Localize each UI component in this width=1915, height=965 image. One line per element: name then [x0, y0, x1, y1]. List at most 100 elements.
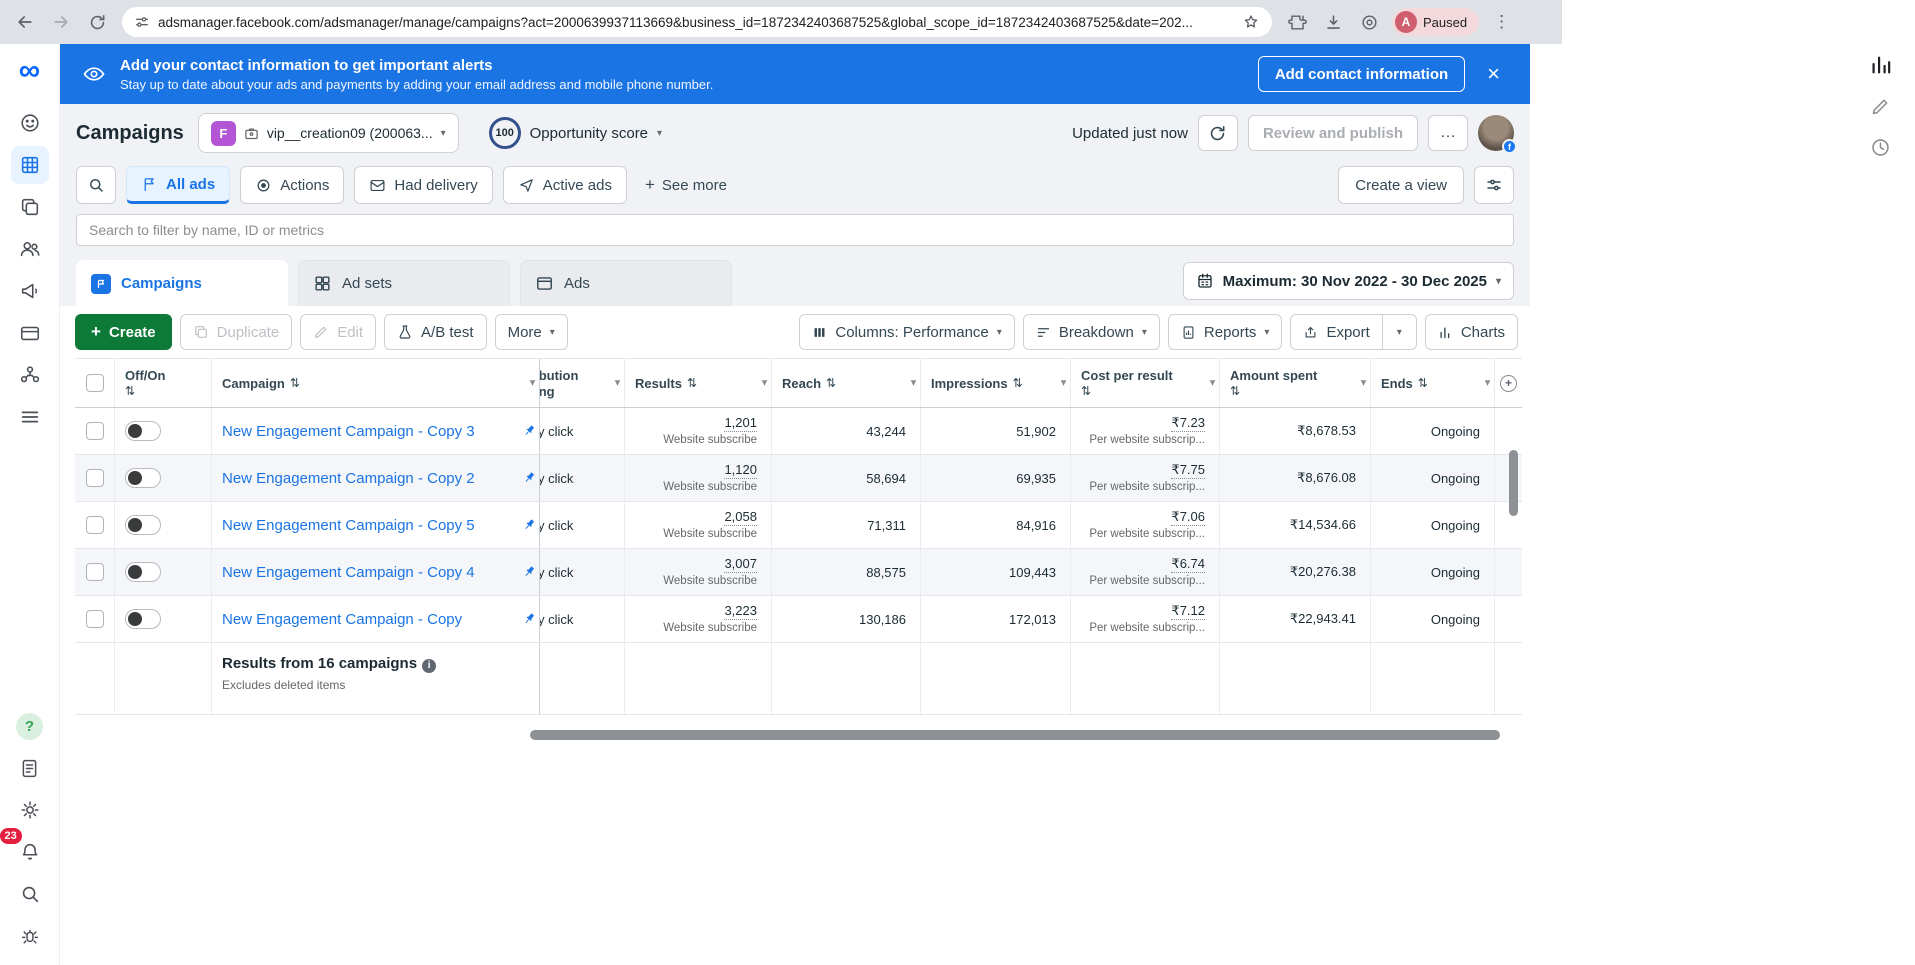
column-header-attribution[interactable]: Attribution setting ▾ [540, 359, 625, 407]
notifications-button[interactable]: 23 [11, 833, 49, 871]
cost-per-result-value[interactable]: ₹6.74 [1171, 557, 1205, 573]
meta-logo[interactable]: ∞ [19, 56, 40, 86]
edit-panel-icon[interactable] [1870, 96, 1891, 117]
charts-button[interactable]: Charts [1425, 314, 1518, 350]
nav-audiences[interactable] [11, 230, 49, 268]
nav-ads-reporting[interactable] [11, 272, 49, 310]
campaign-name-link[interactable]: New Engagement Campaign - Copy 2 [222, 470, 475, 487]
filter-search-button[interactable] [76, 166, 116, 204]
global-search-button[interactable] [11, 875, 49, 913]
chevron-down-icon[interactable]: ▾ [911, 378, 916, 389]
site-settings-icon[interactable] [134, 14, 150, 30]
reload-button[interactable] [80, 5, 114, 39]
row-checkbox[interactable] [86, 563, 104, 581]
campaign-toggle[interactable] [125, 562, 161, 582]
results-value[interactable]: 2,058 [724, 510, 757, 526]
extensions-icon[interactable] [1280, 5, 1314, 39]
bookmark-star-icon[interactable] [1242, 13, 1260, 31]
column-header-campaign[interactable]: Campaign ⇅ ▾ [212, 359, 540, 407]
row-checkbox[interactable] [86, 516, 104, 534]
banner-close-icon[interactable]: × [1479, 63, 1508, 85]
account-selector[interactable]: F vip__creation09 (200063... ▾ [198, 113, 459, 153]
filter-pill-all-ads[interactable]: All ads [126, 166, 230, 204]
forward-button[interactable] [44, 5, 78, 39]
nav-business-settings[interactable] [11, 356, 49, 394]
add-contact-info-button[interactable]: Add contact information [1258, 56, 1465, 92]
see-more-button[interactable]: + See more [637, 175, 735, 195]
chevron-down-icon[interactable]: ▾ [1210, 378, 1215, 389]
nav-billing[interactable] [11, 314, 49, 352]
select-all-checkbox[interactable] [86, 374, 104, 392]
column-header-impressions[interactable]: Impressions ⇅ ▾ [921, 359, 1071, 407]
search-input[interactable] [76, 214, 1514, 246]
column-header-amount-spent[interactable]: Amount spent ⇅ ▾ [1220, 359, 1371, 407]
campaign-toggle[interactable] [125, 421, 161, 441]
campaign-name-link[interactable]: New Engagement Campaign - Copy [222, 611, 462, 628]
ab-test-button[interactable]: A/B test [384, 314, 487, 350]
campaign-name-link[interactable]: New Engagement Campaign - Copy 4 [222, 564, 475, 581]
nav-all-tools[interactable] [11, 398, 49, 436]
browser-extra-icon[interactable] [1352, 5, 1386, 39]
column-header-reach[interactable]: Reach ⇅ ▾ [772, 359, 921, 407]
chevron-down-icon[interactable]: ▾ [1361, 378, 1366, 389]
refresh-button[interactable] [1198, 115, 1238, 151]
results-value[interactable]: 1,201 [724, 416, 757, 432]
tab-campaigns[interactable]: Campaigns [76, 260, 288, 306]
reports-button[interactable]: Reports ▾ [1168, 314, 1283, 350]
opportunity-score[interactable]: 100 Opportunity score ▾ [489, 117, 662, 149]
duplicate-button[interactable]: Duplicate [180, 314, 293, 350]
filter-pill-active-ads[interactable]: Active ads [503, 166, 627, 204]
results-value[interactable]: 3,223 [724, 604, 757, 620]
chevron-down-icon[interactable]: ▾ [762, 378, 767, 389]
campaign-toggle[interactable] [125, 468, 161, 488]
campaign-name-link[interactable]: New Engagement Campaign - Copy 5 [222, 517, 475, 534]
info-icon[interactable]: i [422, 659, 436, 673]
results-value[interactable]: 3,007 [724, 557, 757, 573]
nav-pages[interactable] [11, 188, 49, 226]
chevron-down-icon[interactable]: ▾ [1485, 378, 1490, 389]
user-avatar[interactable]: f [1478, 115, 1514, 151]
export-button[interactable]: Export [1290, 314, 1382, 350]
campaign-name-link[interactable]: New Engagement Campaign - Copy 3 [222, 423, 475, 440]
row-checkbox[interactable] [86, 422, 104, 440]
vertical-scrollbar[interactable] [1509, 450, 1518, 516]
columns-button[interactable]: Columns: Performance ▾ [799, 314, 1014, 350]
column-header-ends[interactable]: Ends ⇅ ▾ [1371, 359, 1495, 407]
nav-campaigns[interactable] [11, 146, 49, 184]
review-publish-button[interactable]: Review and publish [1248, 115, 1418, 151]
tab-ads[interactable]: Ads [520, 260, 732, 306]
nav-docs[interactable] [11, 749, 49, 787]
create-button[interactable]: + Create [75, 314, 172, 350]
column-header-cost-per-result[interactable]: Cost per result ⇅ ▾ [1071, 359, 1220, 407]
date-range-selector[interactable]: Maximum: 30 Nov 2022 - 30 Dec 2025 ▾ [1183, 262, 1514, 300]
campaign-toggle[interactable] [125, 609, 161, 629]
horizontal-scrollbar[interactable] [530, 730, 1500, 740]
row-checkbox[interactable] [86, 610, 104, 628]
browser-profile-chip[interactable]: A Paused [1392, 8, 1479, 36]
cost-per-result-value[interactable]: ₹7.75 [1171, 463, 1205, 479]
create-view-button[interactable]: Create a view [1338, 166, 1464, 204]
breakdown-button[interactable]: Breakdown ▾ [1023, 314, 1160, 350]
cost-per-result-value[interactable]: ₹7.06 [1171, 510, 1205, 526]
address-bar[interactable]: adsmanager.facebook.com/adsmanager/manag… [122, 7, 1272, 37]
results-value[interactable]: 1,120 [724, 463, 757, 479]
report-bug-button[interactable] [11, 917, 49, 955]
more-options-button[interactable]: … [1428, 115, 1468, 151]
nav-account-overview[interactable] [11, 104, 49, 142]
campaign-toggle[interactable] [125, 515, 161, 535]
column-header-results[interactable]: Results ⇅ ▾ [625, 359, 772, 407]
add-column-button[interactable]: + [1495, 359, 1522, 407]
download-icon[interactable] [1316, 5, 1350, 39]
filter-pill-had-delivery[interactable]: Had delivery [354, 166, 492, 204]
tab-ad-sets[interactable]: Ad sets [298, 260, 510, 306]
charts-panel-icon[interactable] [1869, 54, 1891, 76]
chevron-down-icon[interactable]: ▾ [615, 378, 620, 389]
row-checkbox[interactable] [86, 469, 104, 487]
cost-per-result-value[interactable]: ₹7.12 [1171, 604, 1205, 620]
history-panel-icon[interactable] [1870, 137, 1891, 158]
cost-per-result-value[interactable]: ₹7.23 [1171, 416, 1205, 432]
help-button[interactable]: ? [11, 707, 49, 745]
edit-button[interactable]: Edit [300, 314, 376, 350]
more-button[interactable]: More ▾ [495, 314, 568, 350]
view-settings-button[interactable] [1474, 166, 1514, 204]
